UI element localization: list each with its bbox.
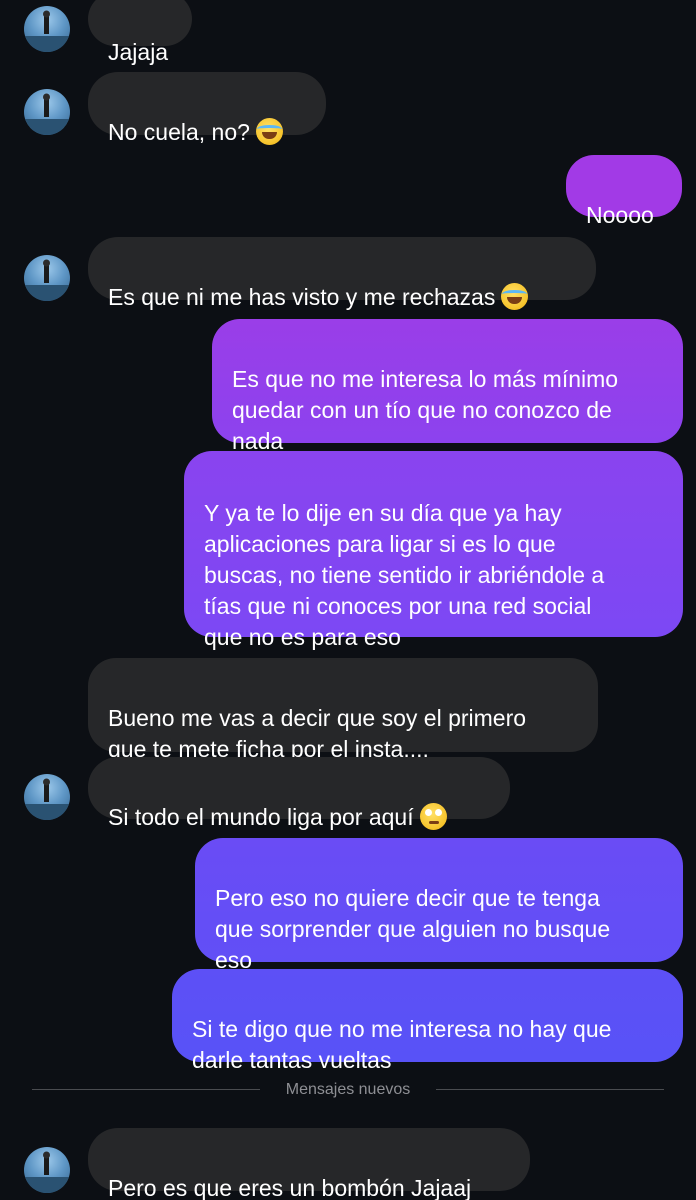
- message-text: Pero eso no quiere decir que te tenga qu…: [215, 885, 611, 973]
- message-text: Noooo: [586, 202, 654, 228]
- message-text: No cuela, no?: [108, 119, 250, 145]
- message-bubble-received[interactable]: Jajaja: [88, 0, 192, 65]
- message-text: Es que no me interesa lo más mínimo qued…: [232, 366, 619, 454]
- message-bubble-sent[interactable]: Y ya te lo dije en su día que ya hay apl…: [184, 451, 683, 650]
- chat-thread[interactable]: Jajaja No cuela, no? Noooo Es que ni me …: [0, 0, 696, 1200]
- rolling-eyes-emoji-icon: [419, 803, 447, 830]
- message-text: Es que ni me has visto y me rechazas: [108, 284, 496, 310]
- tears-of-joy-emoji-icon: [255, 118, 283, 145]
- message-text: Pero es que eres un bombón Jajaaj: [108, 1175, 472, 1200]
- message-bubble-sent[interactable]: Si te digo que no me interesa no hay que…: [172, 969, 683, 1073]
- message-text: Jajaja: [108, 39, 169, 65]
- message-bubble-received[interactable]: No cuela, no?: [88, 72, 326, 145]
- message-bubble-sent[interactable]: Pero eso no quiere decir que te tenga qu…: [195, 838, 683, 973]
- message-bubble-sent[interactable]: Es que no me interesa lo más mínimo qued…: [212, 319, 683, 454]
- message-text: Si todo el mundo liga por aquí: [108, 804, 414, 830]
- message-bubble-received[interactable]: Si todo el mundo liga por aquí: [88, 757, 510, 830]
- tears-of-joy-emoji-icon: [501, 283, 529, 310]
- message-bubble-received[interactable]: Es que ni me has visto y me rechazas: [88, 237, 596, 310]
- contact-avatar[interactable]: [24, 6, 70, 52]
- new-messages-divider-line-right: [436, 1089, 664, 1090]
- message-bubble-received[interactable]: Pero es que eres un bombón Jajaaj: [88, 1128, 530, 1200]
- message-text: Y ya te lo dije en su día que ya hay apl…: [204, 500, 605, 650]
- contact-avatar[interactable]: [24, 255, 70, 301]
- new-messages-divider-line-left: [32, 1089, 260, 1090]
- new-messages-divider: Mensajes nuevos: [285, 1081, 411, 1098]
- contact-avatar[interactable]: [24, 1147, 70, 1193]
- message-bubble-sent[interactable]: Noooo: [566, 155, 682, 228]
- contact-avatar[interactable]: [24, 774, 70, 820]
- message-bubble-received[interactable]: Bueno me vas a decir que soy el primero …: [88, 658, 598, 762]
- message-text: Bueno me vas a decir que soy el primero …: [108, 705, 527, 762]
- message-text: Si te digo que no me interesa no hay que…: [192, 1016, 612, 1073]
- contact-avatar[interactable]: [24, 89, 70, 135]
